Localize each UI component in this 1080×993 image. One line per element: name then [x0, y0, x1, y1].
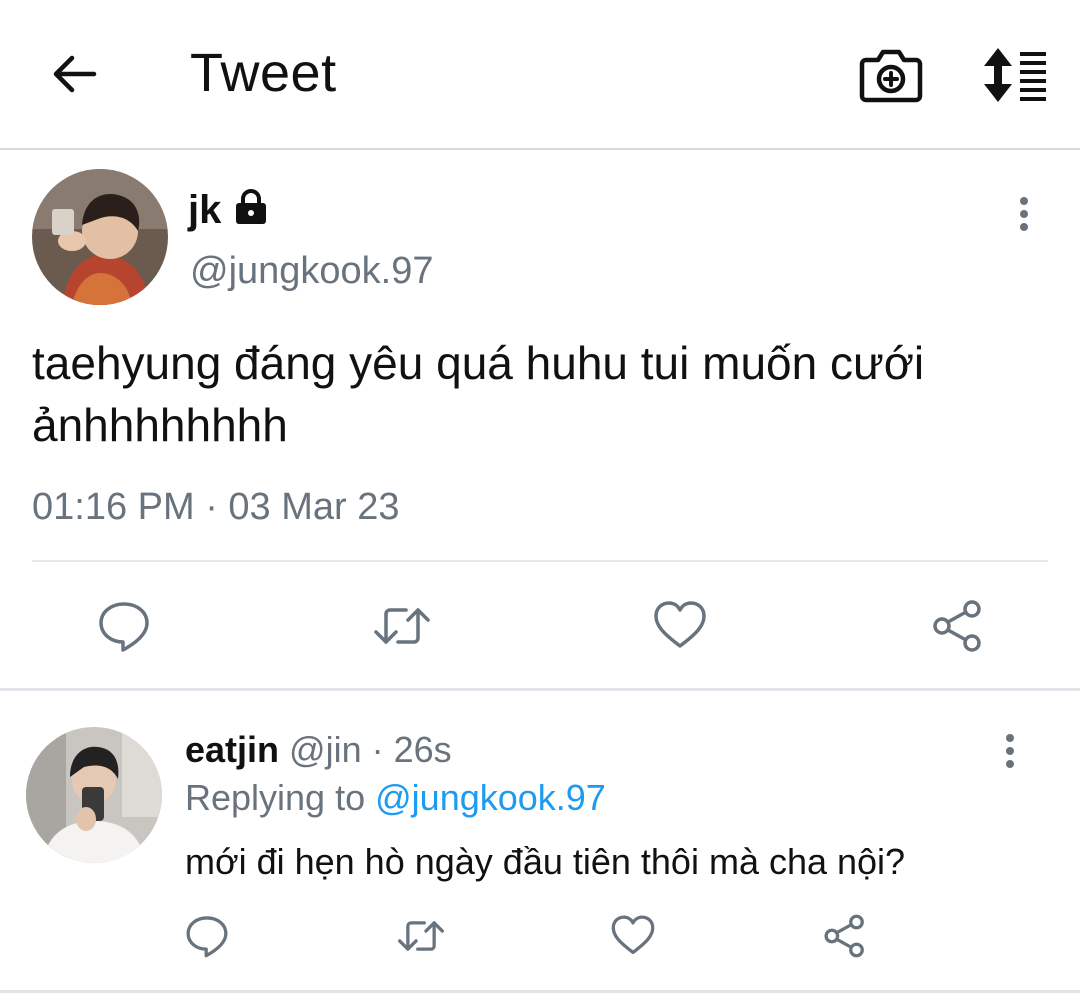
- heart-icon: [611, 915, 655, 955]
- share-button[interactable]: [930, 598, 986, 654]
- replying-to: Replying to @jungkook.97: [185, 777, 606, 819]
- top-app-bar: Tweet: [0, 0, 1080, 150]
- more-vertical-icon: [1020, 197, 1028, 231]
- reply-like-button[interactable]: [610, 913, 656, 959]
- reply-icon: [99, 602, 149, 652]
- lock-icon: [232, 188, 270, 226]
- reply-retweet-button[interactable]: [396, 913, 444, 959]
- reply-share-button[interactable]: [822, 913, 868, 959]
- arrow-left-icon: [53, 55, 97, 93]
- reply-header: eatjin @jin · 26s: [185, 729, 452, 771]
- camera-plus-icon: [859, 49, 923, 103]
- sort-list-icon: [984, 48, 1046, 102]
- tweet-text: taehyung đáng yêu quá huhu tui muốn cưới…: [32, 337, 925, 451]
- avatar[interactable]: [32, 169, 168, 305]
- mention-link[interactable]: @jungkook.97: [375, 777, 606, 818]
- like-button[interactable]: [652, 598, 708, 654]
- reply-display-name[interactable]: eatjin: [185, 729, 279, 770]
- avatar-image: [26, 727, 162, 863]
- page-title: Tweet: [190, 43, 337, 103]
- display-name[interactable]: jk: [188, 188, 221, 233]
- retweet-button[interactable]: [372, 598, 430, 654]
- back-button[interactable]: [44, 44, 104, 104]
- heart-icon: [654, 601, 706, 648]
- retweet-icon: [397, 921, 444, 951]
- reply-text: mới đi hẹn hò ngày đầu tiên thôi mà cha …: [185, 841, 906, 882]
- avatar[interactable]: [26, 727, 162, 863]
- retweet-icon: [374, 608, 430, 644]
- tweet-timestamp: 01:16 PM · 03 Mar 23: [32, 486, 400, 528]
- reply-icon: [186, 916, 228, 958]
- reply-meta: @jin · 26s: [289, 729, 452, 770]
- camera-button[interactable]: [858, 44, 924, 106]
- divider: [32, 560, 1048, 562]
- reply-more-options-button[interactable]: [990, 731, 1030, 771]
- sort-button[interactable]: [980, 44, 1052, 106]
- reply-reply-button[interactable]: [184, 913, 230, 959]
- share-icon: [933, 600, 981, 652]
- reply-button[interactable]: [96, 598, 152, 654]
- more-vertical-icon: [1006, 734, 1014, 768]
- replying-to-label: Replying to: [185, 777, 366, 818]
- reply-tweet[interactable]: eatjin @jin · 26s Replying to @jungkook.…: [0, 691, 1080, 993]
- user-handle[interactable]: @jungkook.97: [190, 250, 434, 293]
- more-options-button[interactable]: [1004, 194, 1044, 234]
- main-tweet: jk @jungkook.97 taehyung đáng yêu quá hu…: [0, 152, 1080, 688]
- share-icon: [824, 914, 864, 958]
- avatar-image: [32, 169, 168, 305]
